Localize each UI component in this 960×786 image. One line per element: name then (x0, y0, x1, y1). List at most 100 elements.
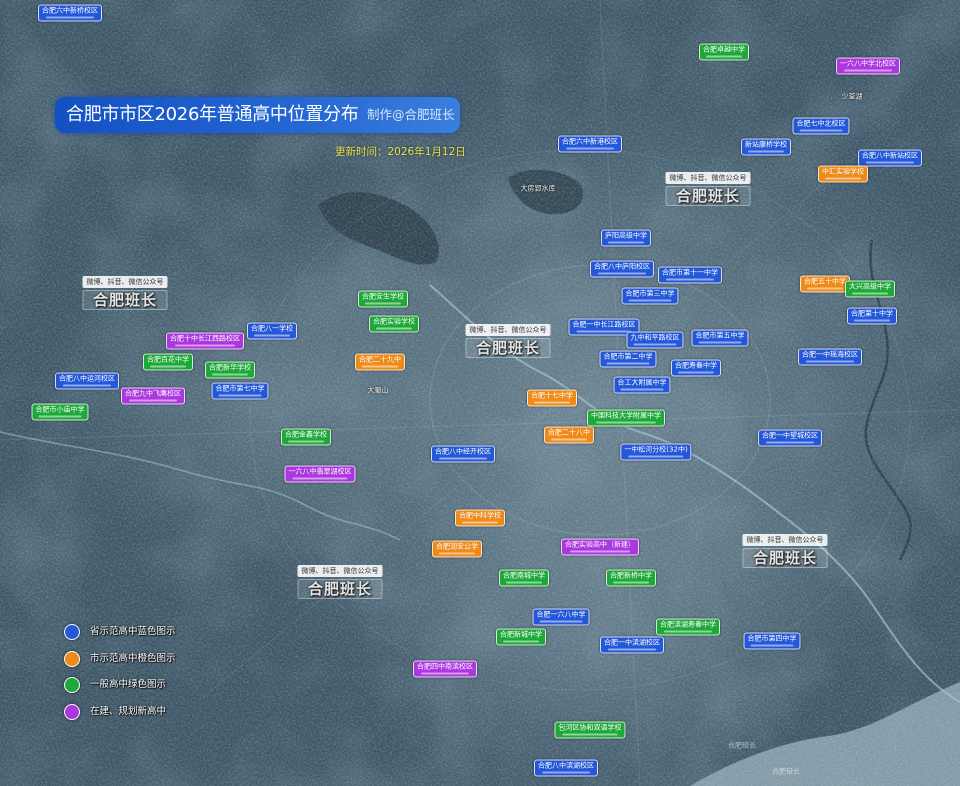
school-label-general: 合肥新华学校 (205, 361, 255, 379)
school-name: 合肥六中新港校区 (562, 137, 618, 146)
school-name: 合肥九中飞鹰校区 (125, 389, 181, 398)
school-label-general: 合肥新城中学 (496, 628, 546, 646)
school-name: 大兴高级中学 (849, 282, 891, 291)
address-line (211, 373, 249, 376)
school-label-municipal: 合肥二十八中 (544, 426, 594, 444)
school-name: 包河区协和双语学校 (558, 723, 622, 732)
school-label-general: 合肥滨湖寿春中学 (656, 618, 720, 636)
school-name: 合工大附属中学 (617, 378, 667, 387)
school-label-provincial: 合肥八一学校 (247, 322, 297, 340)
address-line (628, 299, 672, 302)
watermark-brand: 合肥班长 (82, 290, 168, 310)
school-name: 九中和平路校区 (630, 333, 680, 342)
address-line (253, 334, 291, 337)
address-line (461, 521, 499, 524)
school-label-provincial: 合肥六中新港校区 (558, 135, 622, 153)
school-name: 合肥十中长江西路校区 (170, 334, 240, 343)
school-label-general: 合肥新桥中学 (606, 569, 656, 587)
school-name: 一六八中学北校区 (840, 59, 896, 68)
school-label-general: 大兴高级中学 (845, 280, 895, 298)
watermark: 微博、抖音、微信公众号 合肥班长 (297, 558, 383, 599)
school-label-provincial: 合肥市第七中学 (211, 382, 269, 400)
school-name: 合肥滨湖寿春中学 (660, 620, 716, 629)
address-line (550, 438, 588, 441)
address-line (597, 272, 647, 275)
address-line (539, 620, 583, 623)
address-line (595, 421, 657, 424)
school-label-provincial: 九中和平路校区 (626, 331, 684, 349)
address-line (45, 16, 95, 19)
watermark-platforms: 微博、抖音、微信公众号 (82, 276, 168, 288)
school-name: 合肥中科学校 (459, 511, 501, 520)
update-date: 更新时间：2026年1月12日 (335, 146, 466, 158)
address-line (628, 455, 684, 458)
school-name: 合肥市第十一中学 (662, 268, 718, 277)
school-name: 合肥寿春中学 (675, 361, 717, 370)
address-line (218, 394, 262, 397)
school-label-municipal: 合肥十七中学 (527, 389, 577, 407)
school-label-provincial: 合肥七中北校区 (792, 117, 850, 135)
school-label-provincial: 合肥一中望城校区 (758, 429, 822, 447)
watermark: 微博、抖音、微信公众号 合肥班长 (82, 269, 168, 310)
watermark-brand: 合肥班长 (665, 186, 751, 206)
legend-dot-purple (64, 704, 80, 720)
address-line (576, 330, 632, 333)
address-line (438, 552, 476, 555)
school-name: 中国科技大学附属中学 (591, 411, 661, 420)
school-name: 合肥实验高中（新建） (565, 540, 635, 549)
school-label-general: 合肥百花中学 (143, 353, 193, 371)
school-name: 合肥二十八中 (548, 428, 590, 437)
school-label-provincial: 合肥八中庐阳校区 (590, 260, 654, 278)
legend-dot-blue (64, 624, 80, 640)
small-watermark: 合肥班长 (728, 741, 756, 750)
address-line (541, 771, 591, 774)
address-line (607, 241, 645, 244)
address-line (375, 327, 413, 330)
address-line (612, 581, 650, 584)
school-label-planned: 合肥十中长江西路校区 (166, 332, 244, 350)
school-name: 合肥第十中学 (851, 309, 893, 318)
school-label-provincial: 一中松河分校(32中) (620, 443, 692, 461)
school-name: 合肥市第二中学 (603, 352, 653, 361)
school-label-general: 合肥安生学校 (358, 290, 408, 308)
place-label: 大蜀山 (367, 386, 389, 395)
school-name: 合肥八一学校 (251, 324, 293, 333)
school-label-municipal: 合肥五十中学 (800, 275, 850, 293)
credit-text: 制作@合肥班长 (367, 107, 455, 122)
school-name: 一六八中翡翠湖校区 (288, 467, 352, 476)
address-line (287, 440, 325, 443)
address-line (705, 55, 743, 58)
school-name: 一中松河分校(32中) (624, 445, 688, 454)
address-line (607, 648, 657, 651)
school-label-planned: 合肥实验高中（新建） (561, 538, 639, 556)
page-title: 合肥市市区2026年普通高中位置分布 (66, 104, 359, 125)
school-label-provincial: 合肥寿春中学 (671, 359, 721, 377)
address-line (438, 457, 488, 460)
address-line (806, 287, 844, 290)
address-line (620, 388, 664, 391)
school-name: 新站康桥学校 (745, 140, 787, 149)
address-line (799, 129, 843, 132)
address-line (805, 360, 855, 363)
address-line (750, 644, 794, 647)
school-name: 合肥市小庙中学 (35, 405, 85, 414)
address-line (565, 147, 615, 150)
school-label-planned: 一六八中翡翠湖校区 (284, 465, 356, 483)
title-banner: 合肥市市区2026年普通高中位置分布 制作@合肥班长 (55, 97, 460, 133)
school-name: 合肥安生学校 (362, 292, 404, 301)
address-line (824, 177, 862, 180)
school-name: 合肥新华学校 (209, 363, 251, 372)
legend-dot-orange (64, 651, 80, 667)
school-label-provincial: 合肥一中滨湖校区 (600, 636, 664, 654)
place-label: 大房郢水库 (520, 184, 556, 193)
school-name: 合肥金鑫学校 (285, 430, 327, 439)
school-label-general: 合肥南城中学 (499, 569, 549, 587)
address-line (149, 365, 187, 368)
address-line (292, 477, 348, 480)
watermark-brand: 合肥班长 (742, 548, 828, 568)
legend-label: 市示范高中橙色图示 (90, 653, 176, 664)
school-name: 合肥四中南滨校区 (417, 662, 473, 671)
school-name: 合肥八中庐阳校区 (594, 262, 650, 271)
school-name: 合肥市第五中学 (695, 331, 745, 340)
address-line (606, 362, 650, 365)
